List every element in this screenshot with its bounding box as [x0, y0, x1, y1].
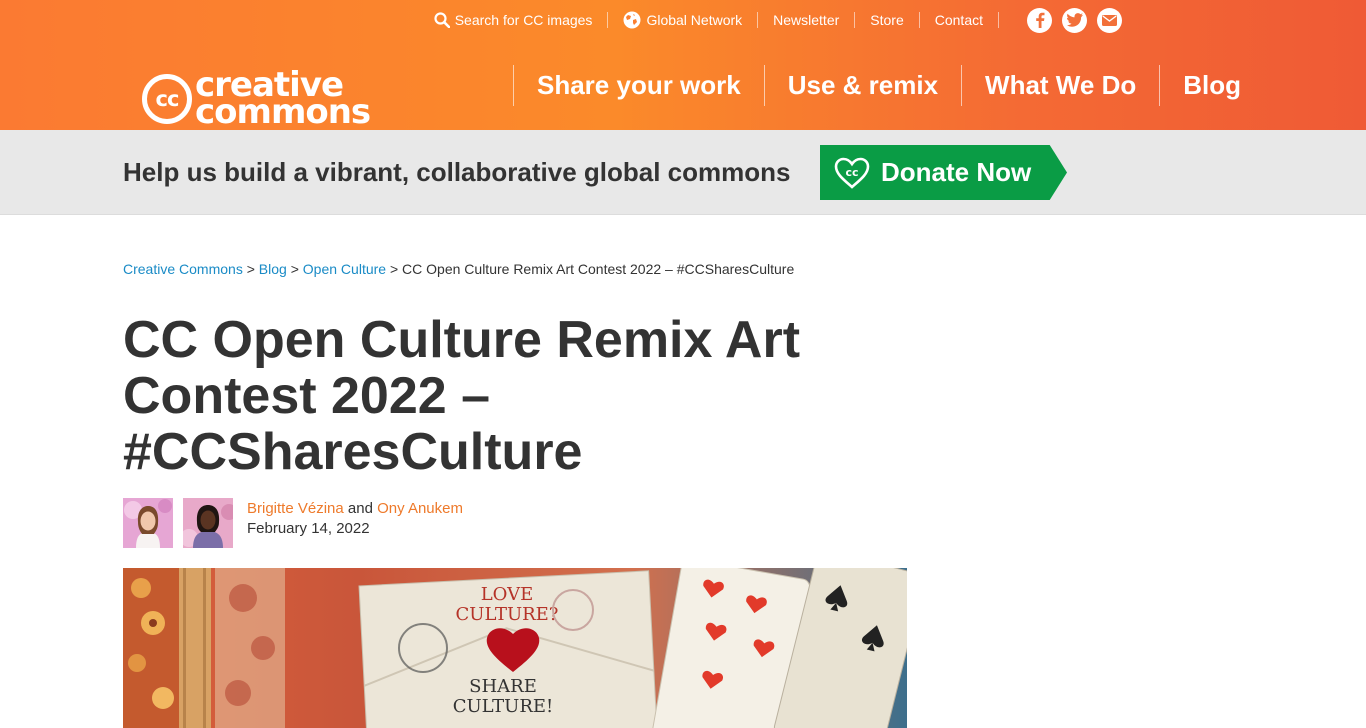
breadcrumb-current: CC Open Culture Remix Art Contest 2022 –…: [402, 261, 795, 277]
cc-logo-mark: cc: [142, 74, 192, 124]
global-network-link[interactable]: Global Network: [608, 11, 757, 29]
svg-text:CULTURE!: CULTURE!: [453, 696, 554, 717]
logo-word-commons: commons: [195, 92, 371, 132]
globe-icon: [623, 11, 641, 29]
search-cc-images-link[interactable]: Search for CC images: [419, 12, 608, 28]
breadcrumb-separator: >: [389, 261, 399, 277]
svg-text:CULTURE?: CULTURE?: [456, 604, 559, 625]
newsletter-link[interactable]: Newsletter: [758, 12, 854, 28]
donate-now-button[interactable]: cc Donate Now: [820, 145, 1067, 200]
twitter-icon: [1066, 13, 1083, 27]
avatar-author-1[interactable]: [123, 498, 173, 548]
twitter-button[interactable]: [1062, 7, 1087, 33]
store-link[interactable]: Store: [855, 12, 918, 28]
featured-image: LOVE CULTURE? SHARE CULTURE!: [123, 568, 907, 728]
nav-blog[interactable]: Blog: [1159, 65, 1264, 106]
byline-and: and: [347, 500, 373, 517]
hero-text-share: SHARE: [469, 676, 537, 697]
hero-text-love: LOVE: [481, 584, 534, 605]
logo-wordmark: creative commons: [195, 68, 371, 132]
breadcrumb: Creative Commons > Blog > Open Culture >…: [123, 261, 794, 277]
post-date: February 14, 2022: [247, 520, 370, 537]
facebook-button[interactable]: [1027, 7, 1052, 33]
social-links: [1027, 7, 1122, 33]
breadcrumb-separator: >: [290, 261, 299, 277]
svg-text:LOVE: LOVE: [481, 584, 534, 605]
search-link-label: Search for CC images: [454, 12, 593, 28]
breadcrumb-link-blog[interactable]: Blog: [259, 261, 287, 277]
hero-text-culture-q: CULTURE?: [456, 604, 559, 625]
post-byline: Brigitte Vézina and Ony Anukem February …: [247, 499, 463, 539]
author-link-2[interactable]: Ony Anukem: [377, 500, 463, 517]
main-nav: Share your work Use & remix What We Do B…: [513, 65, 1264, 106]
facebook-icon: [1035, 12, 1044, 28]
divider: [998, 12, 999, 28]
banner-text: Help us build a vibrant, collaborative g…: [123, 157, 791, 187]
svg-text:cc: cc: [845, 166, 858, 179]
envelope-icon: [1102, 14, 1117, 26]
author-link-1[interactable]: Brigitte Vézina: [247, 500, 344, 517]
global-network-label: Global Network: [646, 12, 743, 28]
breadcrumb-link-open-culture[interactable]: Open Culture: [303, 261, 386, 277]
utility-nav: Search for CC images Global Network News…: [419, 7, 1122, 33]
donate-banner: Help us build a vibrant, collaborative g…: [0, 130, 1366, 215]
nav-share-your-work[interactable]: Share your work: [513, 65, 764, 106]
svg-text:SHARE: SHARE: [469, 676, 537, 697]
creative-commons-logo[interactable]: cc creative commons: [142, 68, 371, 132]
search-icon: [434, 12, 450, 28]
breadcrumb-separator: >: [246, 261, 255, 277]
donate-button-label: Donate Now: [881, 157, 1032, 187]
nav-use-and-remix[interactable]: Use & remix: [763, 65, 961, 106]
contact-link[interactable]: Contact: [920, 12, 998, 28]
cc-heart-icon: cc: [834, 157, 870, 189]
email-button[interactable]: [1097, 7, 1122, 33]
site-header: Search for CC images Global Network News…: [0, 0, 1366, 130]
author-avatars: [123, 498, 233, 548]
hero-text-culture-ex: CULTURE!: [453, 696, 554, 717]
post-title: CC Open Culture Remix Art Contest 2022 –…: [123, 311, 801, 481]
nav-what-we-do[interactable]: What We Do: [961, 65, 1159, 106]
avatar-author-2[interactable]: [183, 498, 233, 548]
breadcrumb-link-creative-commons[interactable]: Creative Commons: [123, 261, 243, 277]
